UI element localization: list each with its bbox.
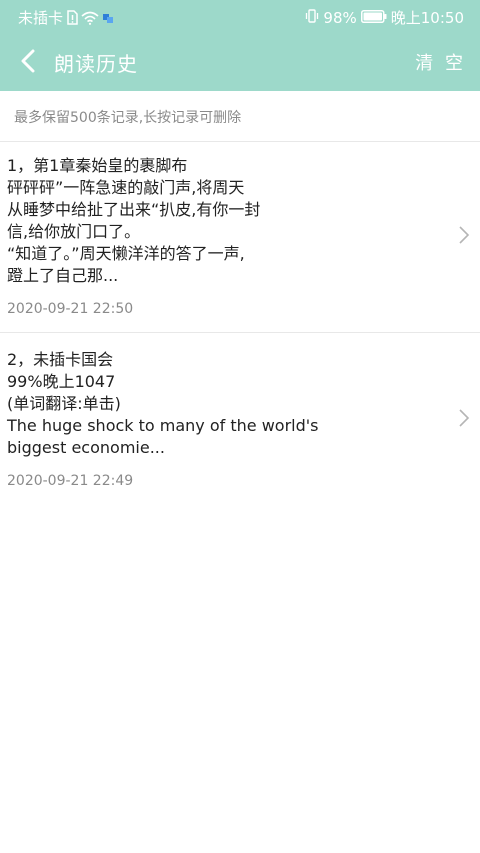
status-right: 98% 晚上10:50 xyxy=(301,7,464,28)
battery-percent: 98% xyxy=(323,8,357,27)
history-item-date: 2020-09-21 22:49 xyxy=(7,473,134,489)
app-notification-icon xyxy=(102,12,114,24)
header: 未插卡 98% 晚上10:50 朗读历史 清 空 xyxy=(0,0,480,91)
history-item[interactable]: 1，第1章秦始皇的裹脚布 砰砰砰”一阵急速的敲门声,将周天 从睡梦中给扯了出来“… xyxy=(0,142,480,333)
chevron-left-icon xyxy=(21,49,35,73)
page-title: 朗读历史 xyxy=(54,52,138,76)
hint-text: 最多保留500条记录,长按记录可删除 xyxy=(14,110,242,126)
clear-button[interactable]: 清 空 xyxy=(415,49,466,75)
title-bar: 朗读历史 清 空 xyxy=(0,33,480,91)
carrier-text: 未插卡 xyxy=(18,9,64,27)
history-item[interactable]: 2，未插卡国会 99%晚上1047 (单词翻译:单击) The huge sho… xyxy=(0,333,480,503)
history-item-text: 2，未插卡国会 99%晚上1047 (单词翻译:单击) The huge sho… xyxy=(7,350,319,457)
vibrate-icon xyxy=(305,8,319,27)
chevron-right-icon xyxy=(459,409,470,427)
clock-text: 晚上10:50 xyxy=(390,9,464,27)
status-left: 未插卡 xyxy=(18,7,114,28)
history-item-text: 1，第1章秦始皇的裹脚布 砰砰砰”一阵急速的敲门声,将周天 从睡梦中给扯了出来“… xyxy=(7,156,261,285)
history-list: 1，第1章秦始皇的裹脚布 砰砰砰”一阵急速的敲门声,将周天 从睡梦中给扯了出来“… xyxy=(0,142,480,503)
no-sim-icon xyxy=(66,10,78,25)
history-item-date: 2020-09-21 22:50 xyxy=(7,301,134,317)
battery-icon xyxy=(360,9,387,27)
hint-row: 最多保留500条记录,长按记录可删除 xyxy=(0,91,480,142)
back-button[interactable] xyxy=(10,43,46,79)
status-bar: 未插卡 98% 晚上10:50 xyxy=(0,0,480,33)
wifi-icon xyxy=(81,11,99,25)
chevron-right-icon xyxy=(459,226,470,244)
